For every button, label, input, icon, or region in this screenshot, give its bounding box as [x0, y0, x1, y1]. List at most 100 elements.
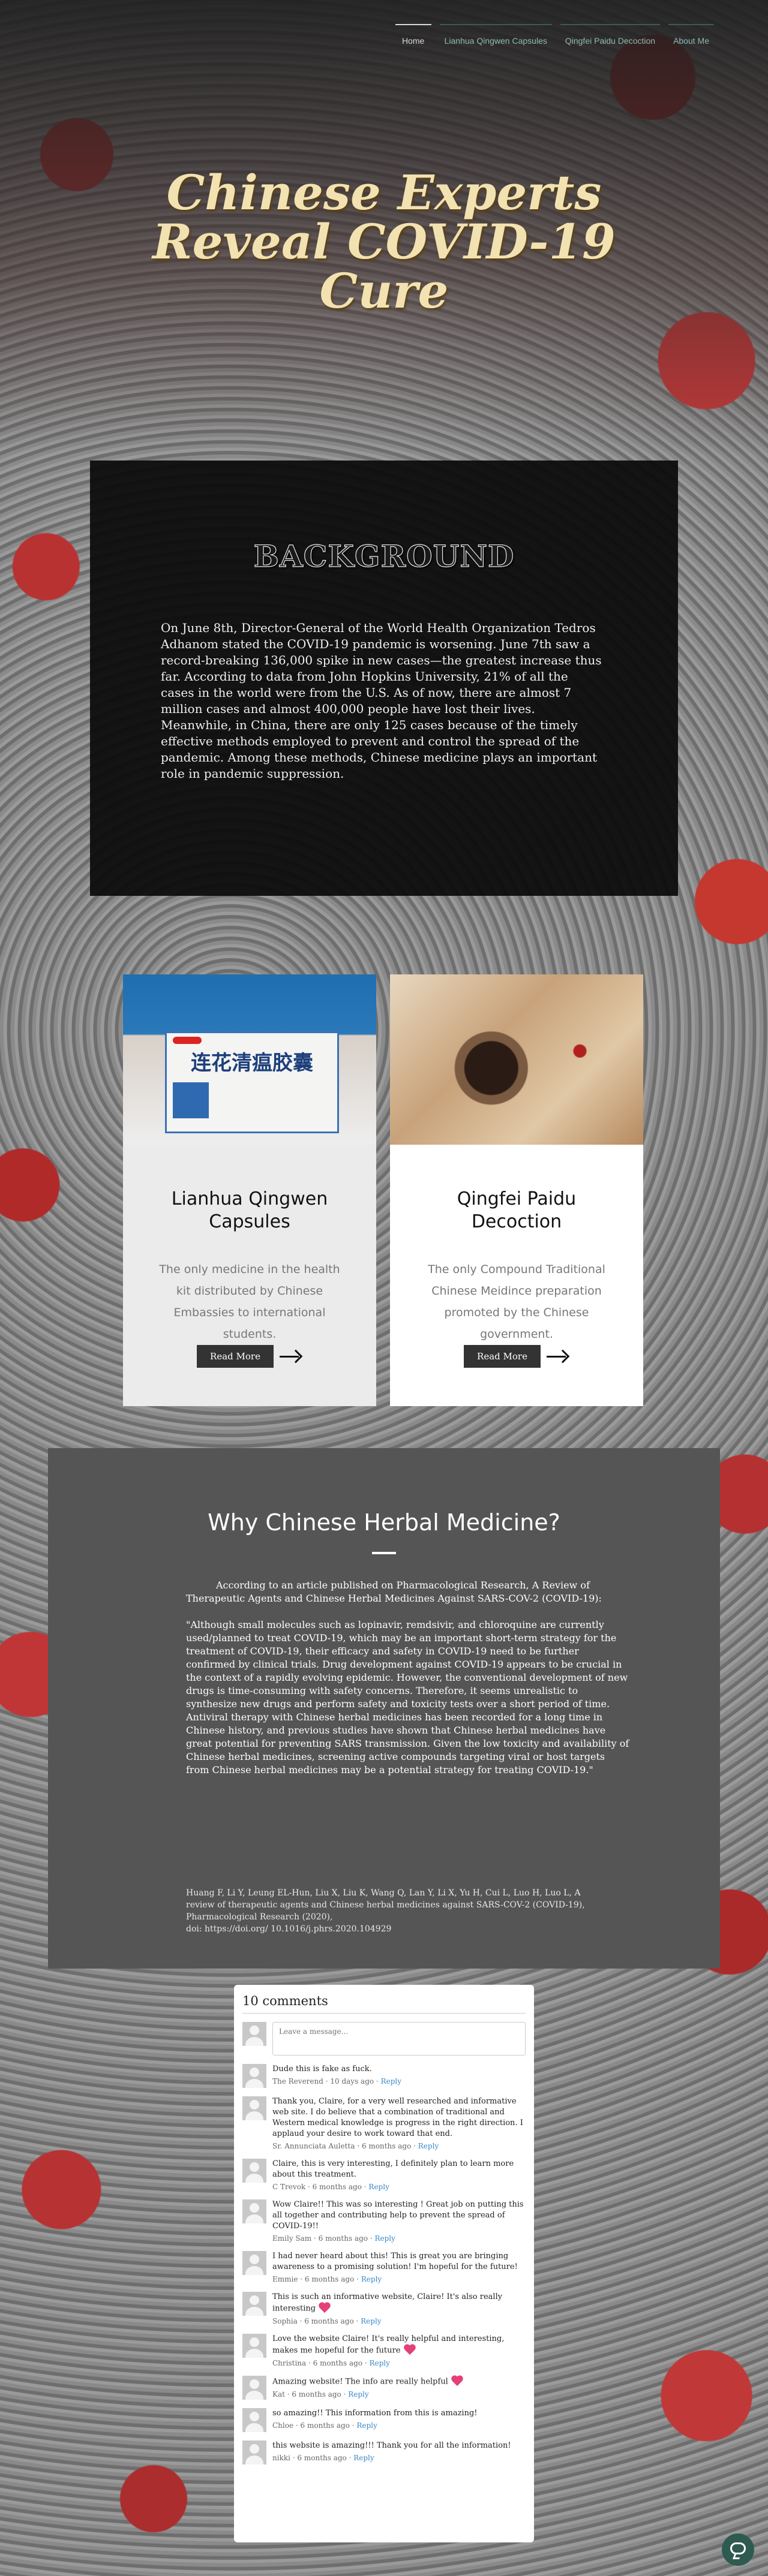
read-more-button[interactable]: Read More [464, 1345, 541, 1368]
comment-time: 6 months ago [312, 2183, 362, 2191]
why-title: Why Chinese Herbal Medicine? [208, 1509, 560, 1536]
comment-count: 10 comments [242, 1994, 328, 2008]
comment-time: 6 months ago [361, 2142, 412, 2150]
new-comment-row [242, 2022, 526, 2056]
comment-time: 6 months ago [300, 2421, 350, 2430]
comment-time: 10 days ago [330, 2077, 374, 2086]
avatar [242, 2376, 266, 2400]
comment-meta: nikki · 6 months ago · Reply [272, 2454, 374, 2462]
reply-link[interactable]: Reply [356, 2421, 377, 2430]
comment-body: Amazing website! The info are really hel… [272, 2377, 448, 2387]
arrow-right-icon[interactable] [546, 1350, 569, 1362]
avatar [242, 2440, 266, 2464]
reply-link[interactable]: Reply [369, 2359, 389, 2367]
comment-meta: The Reverend · 10 days ago · Reply [272, 2077, 401, 2086]
nav-about-me[interactable]: About Me [668, 24, 714, 49]
comment-item: Dude this is fake as fuck. The Reverend ·… [242, 2064, 526, 2088]
main-nav: Home Lianhua Qingwen Capsules Qingfei Pa… [395, 24, 714, 49]
comment-content: Dude this is fake as fuck. The Reverend ·… [272, 2064, 401, 2088]
reply-link[interactable]: Reply [348, 2390, 368, 2399]
reply-link[interactable]: Reply [381, 2077, 401, 2086]
comment-meta: Sr. Annunciata Auletta · 6 months ago · … [272, 2142, 439, 2150]
reply-link[interactable]: Reply [353, 2454, 374, 2462]
card-description: The only Compound Traditional Chinese Me… [428, 1263, 605, 1341]
comment-time: 6 months ago [304, 2275, 355, 2283]
arrow-right-icon[interactable] [279, 1350, 302, 1362]
comment-time: 6 months ago [313, 2359, 363, 2367]
comment-author: Kat [272, 2390, 285, 2399]
nav-qingfei-paidu[interactable]: Qingfei Paidu Decoction [560, 24, 661, 49]
comment-meta: C Trevok · 6 months ago · Reply [272, 2183, 389, 2191]
why-quote: "Although small molecules such as lopina… [186, 1619, 629, 1775]
comment-author: Sophia [272, 2317, 298, 2325]
card-description: The only medicine in the health kit dist… [159, 1263, 340, 1341]
comment-body: I had never heard about this! This is gr… [272, 2252, 518, 2271]
comment-content: Love the website Claire! It's really hel… [272, 2334, 526, 2367]
comment-content: Thank you, Claire, for a very well resea… [272, 2096, 526, 2150]
comment-item: so amazing!! This information from this … [242, 2408, 526, 2432]
comment-meta: Kat · 6 months ago · Reply [272, 2390, 369, 2399]
comment-body: Dude this is fake as fuck. [272, 2065, 372, 2074]
reply-link[interactable]: Reply [368, 2183, 389, 2191]
qingfei-decoction-image [390, 974, 643, 1145]
comment-input[interactable] [272, 2022, 526, 2056]
comment-content: so amazing!! This information from this … [272, 2408, 478, 2432]
comment-text: Love the website Claire! It's really hel… [272, 2334, 526, 2357]
comment-meta: Christina · 6 months ago · Reply [272, 2359, 390, 2367]
reply-link[interactable]: Reply [361, 2317, 381, 2325]
comment-item: Amazing website! The info are really hel… [242, 2376, 526, 2400]
comment-text: Claire, this is very interesting, I defi… [272, 2159, 526, 2180]
comments-widget: 10 comments Dude this is fake as fuck. Th… [234, 1985, 534, 2542]
avatar [242, 2022, 266, 2046]
background-title: BACKGROUND [253, 538, 515, 574]
comment-author: Chloe [272, 2421, 294, 2430]
comment-text: Wow Claire!! This was so interesting ! G… [272, 2199, 526, 2232]
comment-meta: Emily Sam · 6 months ago · Reply [272, 2234, 395, 2243]
lianhua-capsules-image: 连花清瘟胶囊 [123, 974, 376, 1145]
comment-author: Christina [272, 2359, 307, 2367]
comment-time: 6 months ago [297, 2454, 347, 2462]
comment-author: C Trevok [272, 2183, 306, 2191]
avatar [242, 2292, 266, 2316]
read-more-button[interactable]: Read More [197, 1345, 274, 1368]
comment-item: Love the website Claire! It's really hel… [242, 2334, 526, 2367]
comment-author: Emily Sam [272, 2234, 312, 2243]
comment-text: this website is amazing!!! Thank you for… [272, 2440, 511, 2451]
chat-button[interactable] [722, 2533, 754, 2566]
nav-lianhua-qingwen[interactable]: Lianhua Qingwen Capsules [439, 24, 552, 49]
comment-text: Amazing website! The info are really hel… [272, 2376, 464, 2388]
avatar [242, 2064, 266, 2088]
comment-body: This is such an informative website, Cla… [272, 2292, 503, 2313]
comment-time: 6 months ago [292, 2390, 341, 2399]
read-more-row: Read More [390, 1345, 643, 1368]
comment-item: I had never heard about this! This is gr… [242, 2251, 526, 2283]
background-text: On June 8th, Director-General of the Wor… [161, 621, 602, 781]
comment-content: Amazing website! The info are really hel… [272, 2376, 464, 2400]
divider [242, 2013, 526, 2014]
read-more-row: Read More [123, 1345, 376, 1368]
avatar [242, 2334, 266, 2358]
comment-body: Thank you, Claire, for a very well resea… [272, 2097, 523, 2138]
comment-content: Wow Claire!! This was so interesting ! G… [272, 2199, 526, 2243]
comment-content: This is such an informative website, Cla… [272, 2292, 526, 2325]
reply-link[interactable]: Reply [361, 2275, 382, 2283]
avatar [242, 2199, 266, 2223]
avatar [242, 2251, 266, 2275]
comment-author: nikki [272, 2454, 290, 2462]
comment-text: Thank you, Claire, for a very well resea… [272, 2096, 526, 2139]
avatar [242, 2408, 266, 2432]
comment-meta: Emmie · 6 months ago · Reply [272, 2275, 382, 2283]
reply-link[interactable]: Reply [418, 2142, 439, 2150]
avatar [242, 2159, 266, 2183]
comment-content: this website is amazing!!! Thank you for… [272, 2440, 511, 2464]
nav-home[interactable]: Home [395, 24, 431, 49]
comment-content: I had never heard about this! This is gr… [272, 2251, 526, 2283]
card-title: Qingfei Paidu Decoction [457, 1188, 577, 1232]
comment-content: Claire, this is very interesting, I defi… [272, 2159, 526, 2191]
comment-meta: Chloe · 6 months ago · Reply [272, 2421, 377, 2430]
heart-icon [403, 2345, 416, 2357]
reply-link[interactable]: Reply [374, 2234, 395, 2243]
comment-item: This is such an informative website, Cla… [242, 2292, 526, 2325]
why-section: Why Chinese Herbal Medicine? According t… [48, 1448, 720, 1969]
comment-item: Thank you, Claire, for a very well resea… [242, 2096, 526, 2150]
